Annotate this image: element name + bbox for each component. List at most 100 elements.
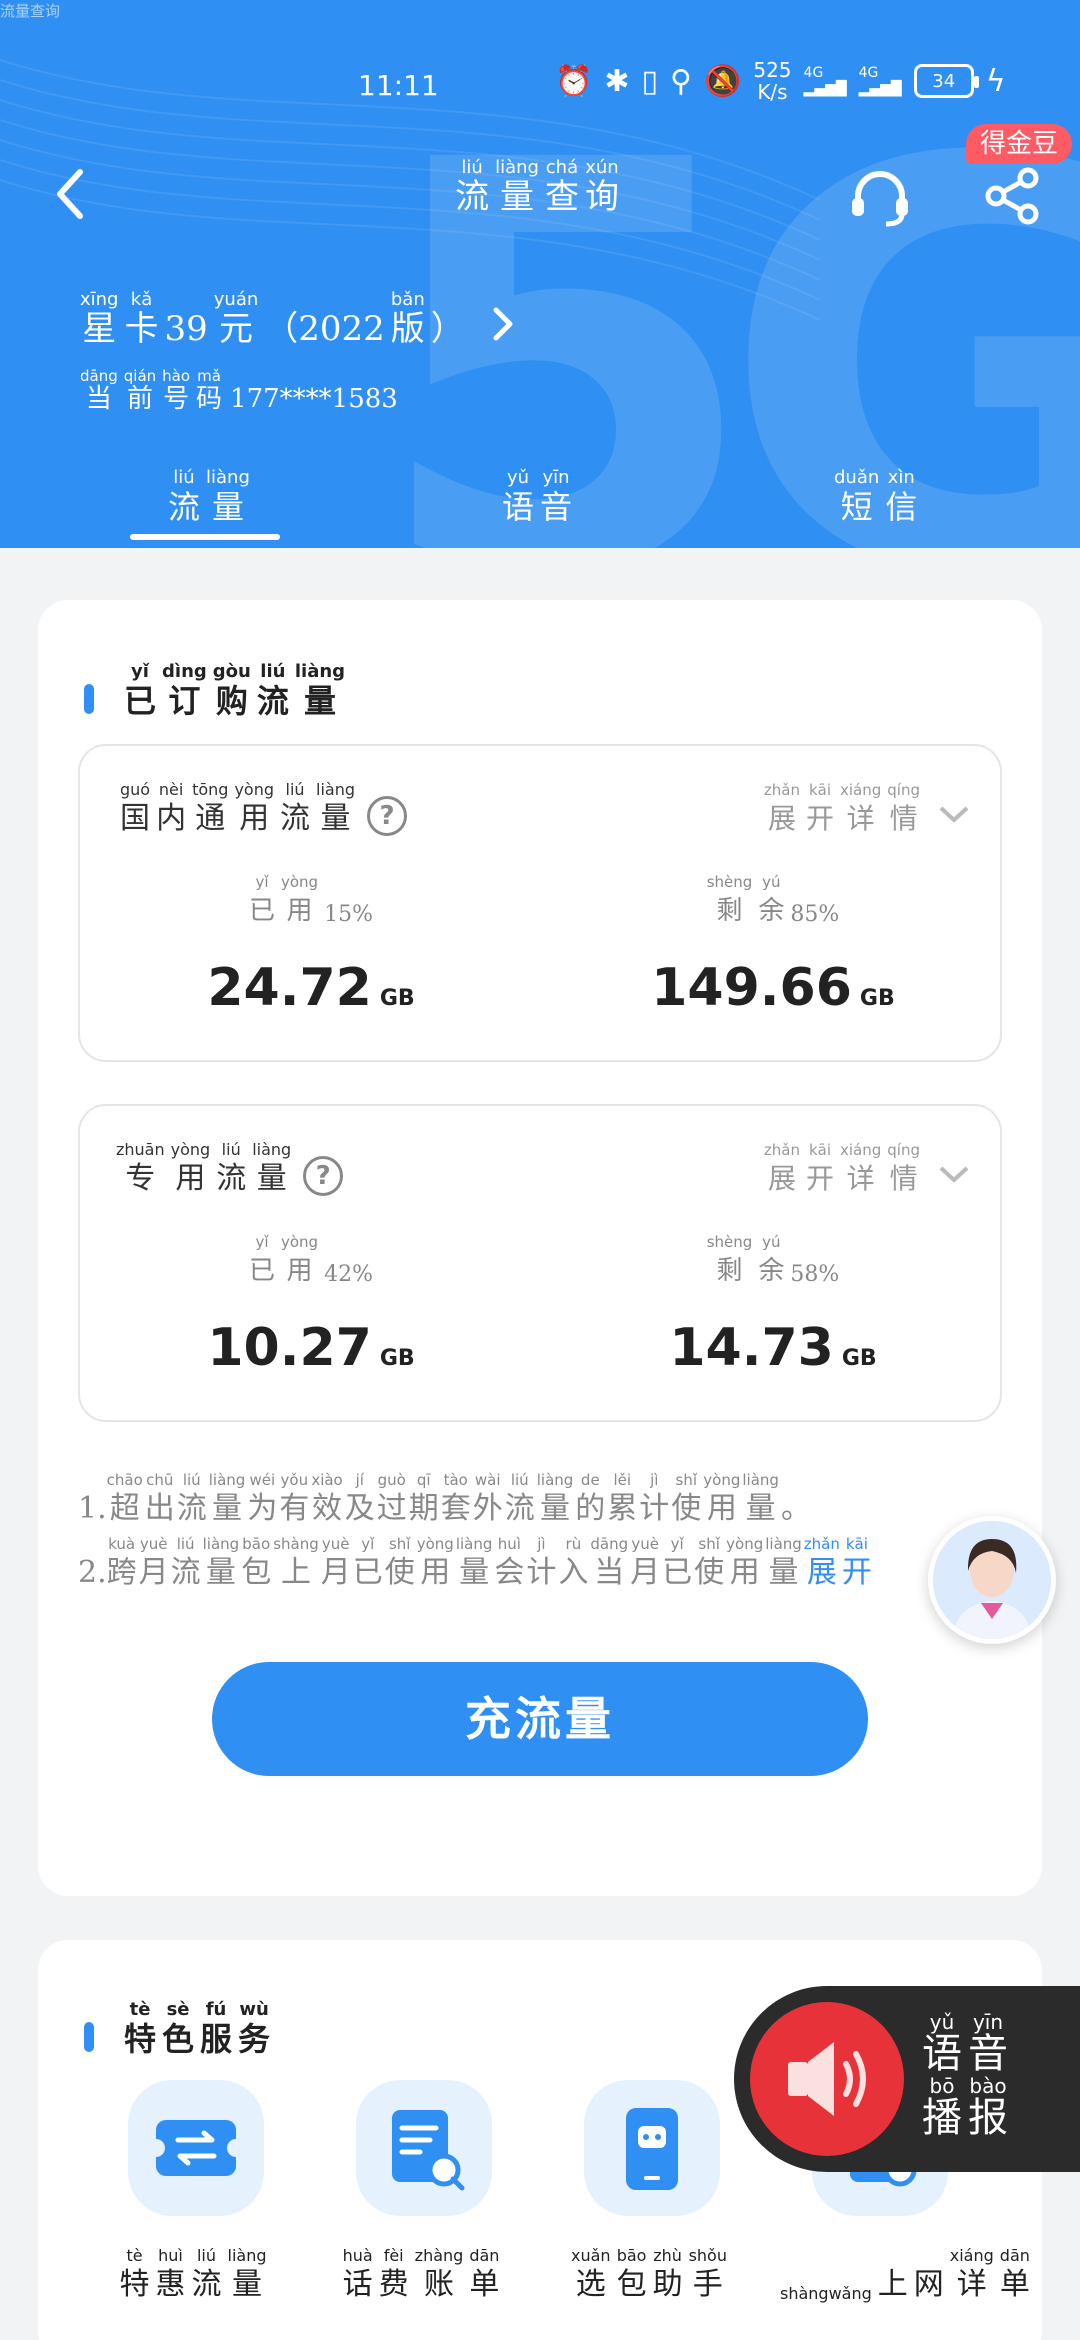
hanzi: 音 — [540, 488, 573, 526]
ruby-char: qíng 情 — [887, 1140, 920, 1198]
tab-active-indicator — [130, 534, 280, 540]
hanzi: 入 — [558, 1555, 589, 1590]
pinyin: yuè — [631, 1535, 659, 1553]
ruby-char: guò 过 — [377, 1470, 407, 1528]
pinyin: liàng — [294, 661, 346, 682]
recharge-data-button[interactable]: 充流量 — [212, 1662, 868, 1776]
network-speed: 525 K/s — [753, 58, 792, 104]
ruby-char: yuè 月 — [321, 1534, 351, 1592]
pinyin: bāo — [242, 1535, 271, 1553]
hanzi: 用 — [175, 1161, 206, 1196]
hanzi: 开 — [806, 1162, 835, 1195]
ruby-char: chá 查 — [545, 158, 579, 217]
ruby-char: liàng 量 — [495, 158, 539, 217]
ruby-char: yǐ 已 — [124, 661, 156, 721]
pinyin: yǐ — [131, 661, 149, 682]
ruby-char: liàng 量 — [742, 1470, 779, 1528]
pinyin: kāi — [845, 1535, 868, 1553]
pinyin: yú — [762, 1233, 781, 1251]
hanzi: 详 — [956, 2267, 987, 2302]
pinyin: yòng — [416, 1535, 454, 1553]
service-package-assistant[interactable]: xuǎn 选 bāo 包 zhù 助 shǒu 手 — [552, 2080, 752, 2304]
chevron-down-icon — [939, 1166, 969, 1183]
pinyin: kāi — [808, 1141, 832, 1159]
ruby-char: liú 流 — [192, 2246, 222, 2304]
ruby-char: tè 特 — [120, 2246, 150, 2304]
ruby-char: wài 外 — [473, 1470, 503, 1528]
hanzi: 短 — [840, 488, 873, 526]
service-bill[interactable]: huà 话 fèi 费 zhàng 账 dān 单 — [324, 2080, 524, 2304]
pinyin: huà — [342, 2246, 373, 2265]
ticket-icon — [128, 2080, 264, 2216]
gold-bean-badge[interactable]: 得金豆 — [966, 124, 1073, 164]
hanzi: 特 — [119, 2267, 150, 2302]
chevron-right-icon — [493, 307, 513, 341]
pinyin: dāng — [80, 367, 118, 385]
ruby-char: shàng 上 — [273, 1534, 319, 1592]
tab-voice[interactable]: yǔ 语 yīn 音 — [502, 468, 578, 527]
ruby-char: xìn 信 — [885, 468, 917, 527]
hanzi: 包 — [241, 1555, 272, 1590]
pinyin: bō — [929, 2074, 955, 2098]
pinyin: fèi — [383, 2246, 404, 2265]
hanzi: 效 — [312, 1491, 343, 1526]
ruby-char: yǐ 已 — [249, 1232, 275, 1290]
ruby-char: lěi 累 — [607, 1470, 637, 1528]
expand-details-button[interactable]: zhǎn 展 kāi 开 xiáng 详 qíng 情 — [764, 1140, 970, 1198]
hanzi: 流 — [455, 177, 490, 217]
nav-bar: liú 流 liàng 量 chá 查 xún 询 — [0, 140, 1080, 250]
ruby-char: xuǎn 选 — [571, 2246, 611, 2304]
used-stat: yǐ 已 yòng 用 15% 24.72 GB — [207, 873, 415, 1018]
pinyin: tè — [129, 1999, 151, 2020]
hanzi: 情 — [889, 1162, 918, 1195]
expand-details-button[interactable]: zhǎn 展 kāi 开 xiáng 详 qíng 情 — [764, 780, 970, 838]
customer-service-icon[interactable] — [848, 168, 912, 228]
hanzi: 已 — [662, 1555, 693, 1590]
ruby-char: yīn 音 — [968, 2012, 1008, 2076]
used-value: 24.72 — [207, 958, 372, 1018]
ruby-char: shèng 剩 — [707, 872, 753, 930]
hanzi: 用 — [420, 1555, 451, 1590]
data-usage-card: yǐ 已 dìng 订 gòu 购 liú 流 liàng 量 guó 国 nèi 内 tōng 通 yòng… — [38, 600, 1042, 1896]
pinyin: xiáng — [840, 1141, 882, 1159]
ruby-char: guó 国 — [120, 780, 150, 838]
assistant-avatar[interactable] — [928, 1516, 1056, 1644]
pinyin: kǎ — [130, 289, 153, 310]
ruby-char: gòu 购 — [213, 662, 251, 721]
pinyin: yǔ — [929, 2010, 955, 2034]
share-icon[interactable] — [982, 166, 1042, 226]
pinyin: liàng — [202, 1535, 240, 1553]
pinyin: zhàng — [414, 2246, 464, 2265]
pinyin: liú — [182, 1471, 201, 1489]
section-title-ordered: yǐ 已 dìng 订 gòu 购 liú 流 liàng 量 — [84, 662, 351, 720]
tab-data[interactable]: liú 流 liàng 量 — [168, 468, 256, 527]
pinyin: guó — [120, 780, 151, 799]
ruby-char: dān 单 — [1000, 2246, 1030, 2304]
pinyin: chāo — [106, 1471, 143, 1489]
ruby-char: kāi 开 — [842, 1534, 872, 1592]
plan-selector[interactable]: xīng 星 kǎ 卡 39 yuán 元 （2022 bǎn 版 ） — [80, 290, 515, 348]
help-icon[interactable]: ? — [367, 796, 408, 836]
pinyin: fú — [205, 1999, 227, 2020]
voice-broadcast-panel[interactable]: yǔ 语 yīn 音 bō 播 bào 报 — [734, 1986, 1080, 2172]
pinyin: yòng — [170, 1140, 211, 1159]
ruby-char: wéi 为 — [247, 1470, 277, 1528]
hanzi: 量 — [540, 1491, 571, 1526]
hanzi: 已 — [248, 1256, 275, 1286]
pinyin: xīng — [80, 289, 119, 310]
hanzi: 使 — [694, 1555, 725, 1590]
pinyin: shǐ — [675, 1471, 698, 1489]
help-icon[interactable]: ? — [303, 1156, 344, 1196]
tab-sms[interactable]: duǎn 短 xìn 信 — [834, 468, 923, 527]
hanzi: 开 — [841, 1555, 872, 1590]
note-1: 1. chāo 超 chū 出 liú 流 liàng 量 wéi 为 yǒu 有 xiào 效 jí 及 gu… — [78, 1470, 811, 1528]
hanzi: 惠 — [155, 2267, 186, 2302]
ruby-char: yòng 用 — [234, 780, 274, 838]
hanzi: 情 — [889, 802, 918, 835]
voice-button[interactable] — [750, 2002, 904, 2156]
top-note: 流量查询 — [0, 2, 61, 20]
service-special-data[interactable]: tè 特 huì 惠 liú 流 liàng 量 — [96, 2080, 296, 2304]
ruby-char: bāo 包 — [617, 2246, 647, 2304]
expand-notes-link[interactable]: zhǎn 展 kāi 开 — [804, 1534, 874, 1592]
pinyin: liú — [196, 2246, 217, 2265]
